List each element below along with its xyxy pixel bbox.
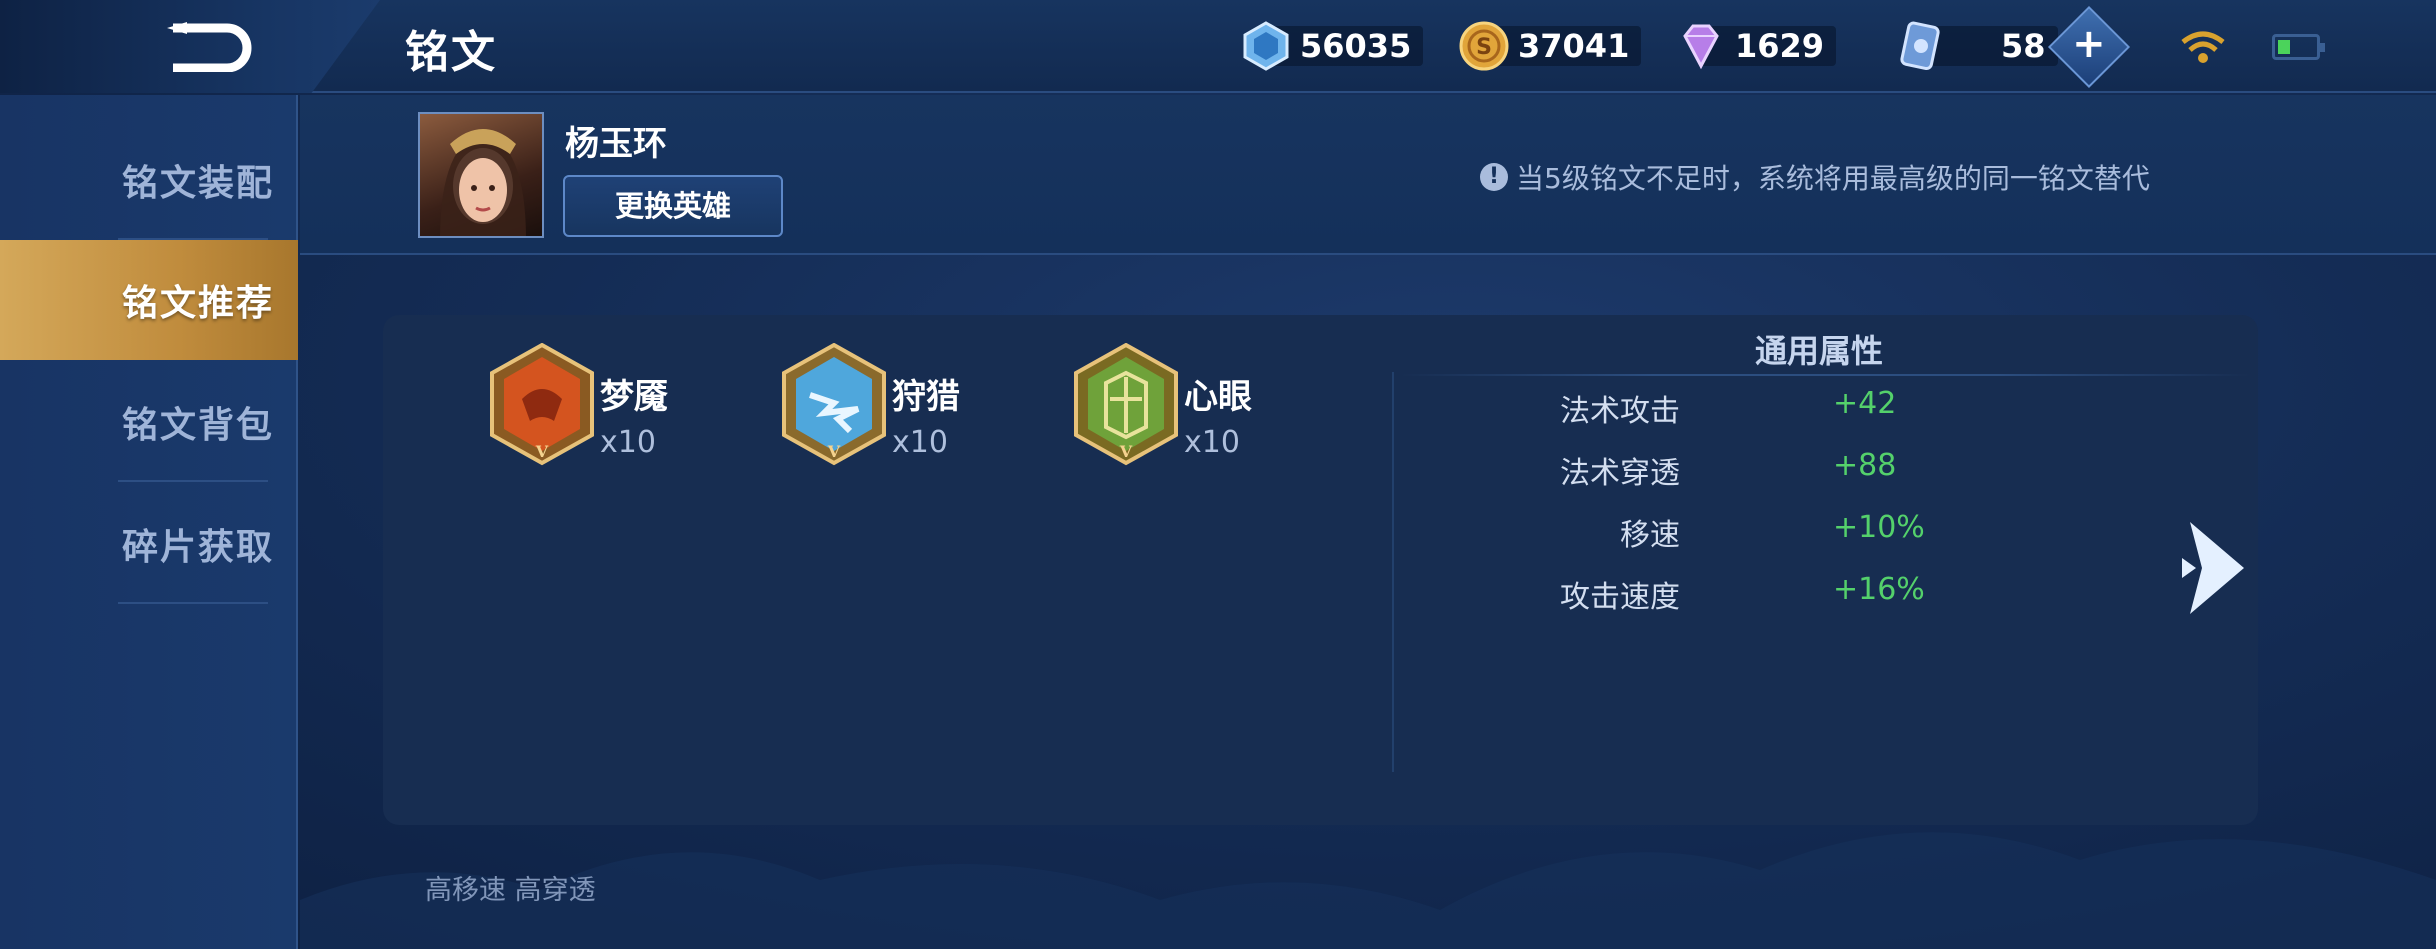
diamond-crystal-icon [1243, 21, 1289, 71]
attribute-row: 法术攻击 +42 [1500, 386, 2060, 430]
info-icon: ! [1480, 163, 1508, 191]
currency-gold: S 37041 [1458, 20, 1642, 72]
attribute-row: 法术穿透 +88 [1500, 448, 2060, 492]
battery-icon [2272, 34, 2325, 60]
sidebar-item-label: 碎片获取 [122, 527, 275, 568]
svg-text:S: S [1476, 35, 1492, 60]
currency-diamond: 56035 [1240, 20, 1424, 72]
attribute-label: 法术攻击 [1560, 394, 1680, 429]
back-arrow-icon [167, 22, 252, 72]
rune-count: x10 [1184, 425, 1240, 460]
sidebar-item-fragment-obtain[interactable]: 碎片获取 [0, 484, 298, 604]
rune-nightmare-icon: V [490, 343, 594, 466]
attribute-row: 移速 +10% [1500, 510, 2060, 554]
currency-ticket: 58 [1895, 20, 2058, 72]
rune-mind-eye-icon: V [1074, 343, 1178, 466]
rune-count: x10 [892, 425, 948, 460]
hero-avatar[interactable] [418, 112, 544, 238]
hero-name: 杨玉环 [565, 124, 667, 164]
page-title: 铭文 [405, 27, 497, 78]
currency-gem: 1629 [1675, 20, 1837, 72]
gold-coin-icon: S [1459, 21, 1509, 71]
sidebar-item-rune-bag[interactable]: 铭文背包 [0, 362, 298, 482]
svg-text:V: V [535, 442, 549, 461]
next-arrow-icon[interactable] [2180, 518, 2250, 618]
change-hero-button[interactable]: 更换英雄 [563, 175, 783, 237]
notice-text: 当5级铭文不足时，系统将用最高级的同一铭文替代 [1516, 162, 2150, 195]
svg-text:V: V [827, 442, 841, 461]
rune-name: 心眼 [1184, 377, 1252, 417]
rune-hunt-icon: V [782, 343, 886, 466]
attributes-title: 通用属性 [1755, 332, 1884, 370]
attribute-label: 法术穿透 [1560, 456, 1680, 491]
attribute-value: +16% [1833, 572, 1925, 607]
attribute-value: +42 [1833, 386, 1897, 421]
attribute-value: +88 [1833, 448, 1897, 483]
wifi-icon [2181, 31, 2225, 63]
plus-icon: + [2072, 21, 2106, 68]
attribute-value: +10% [1833, 510, 1925, 545]
attribute-row: 攻击速度 +16% [1500, 572, 2060, 616]
ticket-card-icon [1900, 21, 1940, 71]
sidebar-item-label: 铭文装配 [122, 163, 275, 204]
rune-name: 梦魇 [600, 377, 668, 417]
sidebar-item-rune-equip[interactable]: 铭文装配 [0, 120, 298, 240]
attributes-divider [1400, 374, 2250, 376]
sidebar-item-label: 铭文背包 [122, 405, 275, 446]
svg-text:V: V [1119, 442, 1133, 461]
rune-name: 狩猎 [892, 377, 960, 417]
purple-gem-icon [1683, 24, 1719, 70]
attribute-label: 攻击速度 [1560, 580, 1680, 615]
rune-set-tags: 高移速 高穿透 [425, 875, 596, 906]
sidebar-item-rune-recommend[interactable]: 铭文推荐 [0, 240, 298, 360]
attribute-label: 移速 [1620, 518, 1680, 553]
panel-divider [1392, 372, 1394, 772]
sidebar-item-label: 铭文推荐 [122, 283, 275, 324]
hero-portrait-icon [440, 129, 526, 236]
rune-count: x10 [600, 425, 656, 460]
notice: ! 当5级铭文不足时，系统将用最高级的同一铭文替代 [1480, 157, 2150, 197]
